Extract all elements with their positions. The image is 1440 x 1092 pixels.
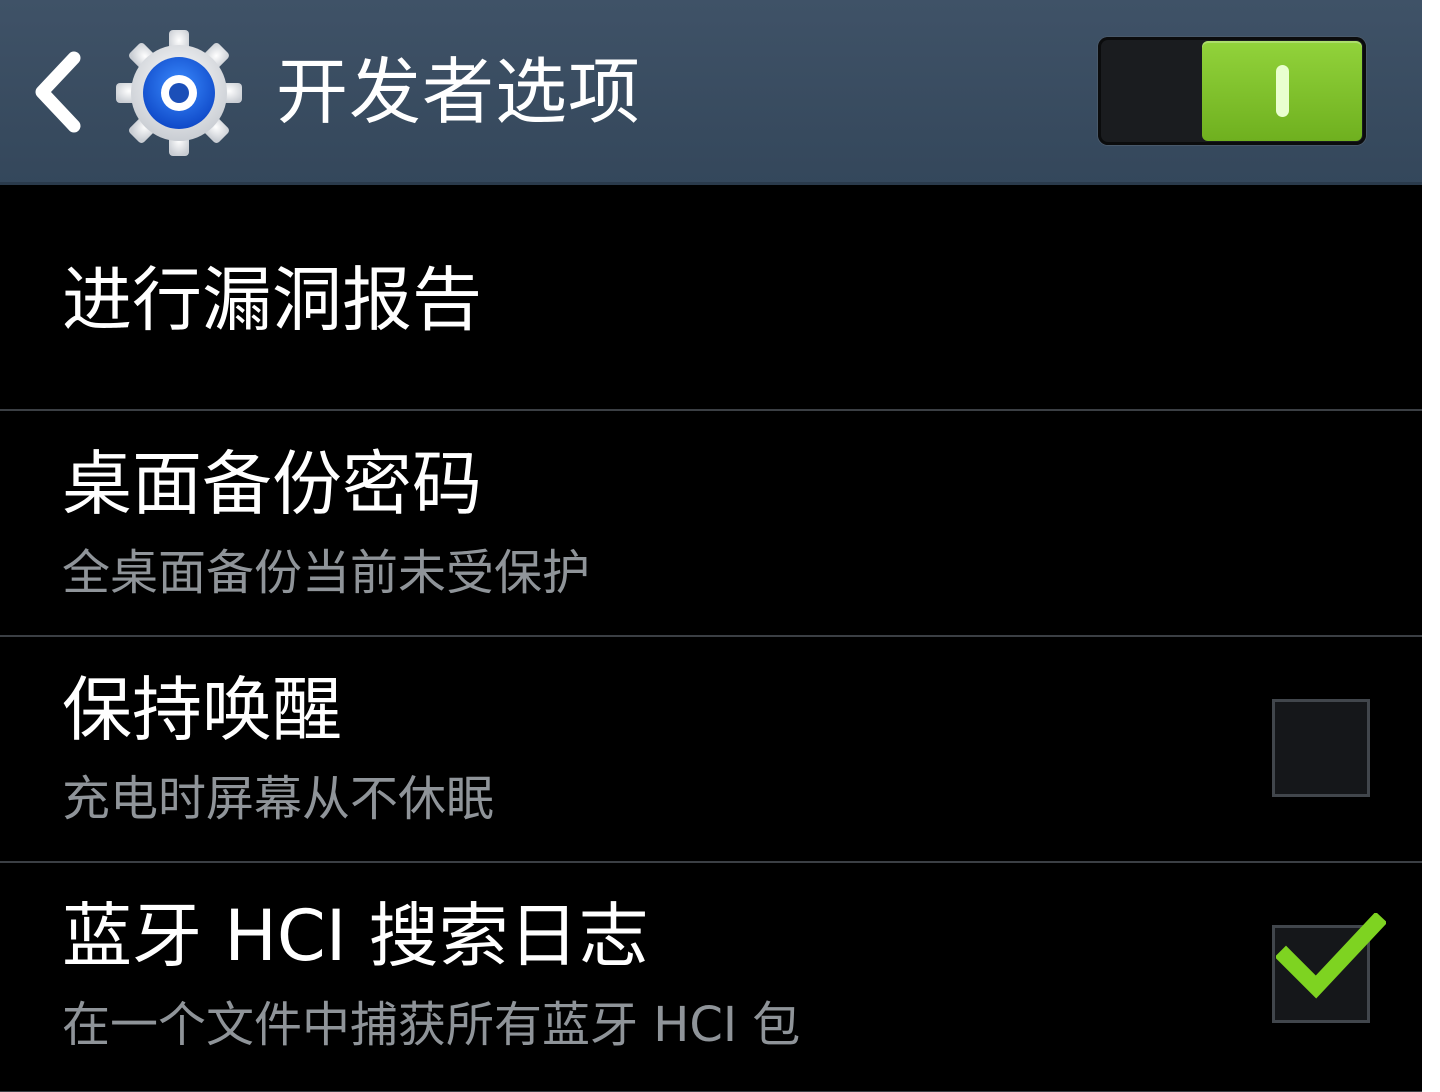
list-item-title: 进行漏洞报告: [62, 259, 482, 341]
page-title: 开发者选项: [276, 50, 642, 134]
list-item-summary: 全桌面备份当前未受保护: [62, 545, 591, 601]
list-item-title: 保持唤醒: [62, 669, 342, 751]
list-item-backup-password[interactable]: 桌面备份密码 全桌面备份当前未受保护: [0, 411, 1422, 637]
toggle-grip: [1276, 65, 1289, 117]
list-item-summary: 充电时屏幕从不休眠: [62, 771, 495, 827]
stay-awake-checkbox[interactable]: [1272, 699, 1370, 797]
list-item-title: 桌面备份密码: [62, 443, 482, 525]
developer-options-toggle[interactable]: [1098, 37, 1366, 145]
chevron-left-icon: [35, 51, 81, 133]
back-button[interactable]: [30, 50, 90, 135]
list-item-bug-report[interactable]: 进行漏洞报告: [0, 185, 1422, 411]
gear-icon: [114, 28, 244, 158]
list-item-stay-awake[interactable]: 保持唤醒 充电时屏幕从不休眠: [0, 637, 1422, 863]
action-bar: 开发者选项: [0, 0, 1422, 185]
developer-options-screen: 开发者选项 进行漏洞报告 桌面备份密码 全桌面备份当前未受保护 保持唤醒 充电时…: [0, 0, 1422, 1092]
list-item-title: 蓝牙 HCI 搜索日志: [62, 895, 649, 977]
list-item-summary: 在一个文件中捕获所有蓝牙 HCI 包: [62, 997, 801, 1053]
bluetooth-hci-log-checkbox[interactable]: [1272, 925, 1370, 1023]
list-item-bluetooth-hci-log[interactable]: 蓝牙 HCI 搜索日志 在一个文件中捕获所有蓝牙 HCI 包: [0, 863, 1422, 1092]
toggle-thumb: [1202, 41, 1362, 141]
